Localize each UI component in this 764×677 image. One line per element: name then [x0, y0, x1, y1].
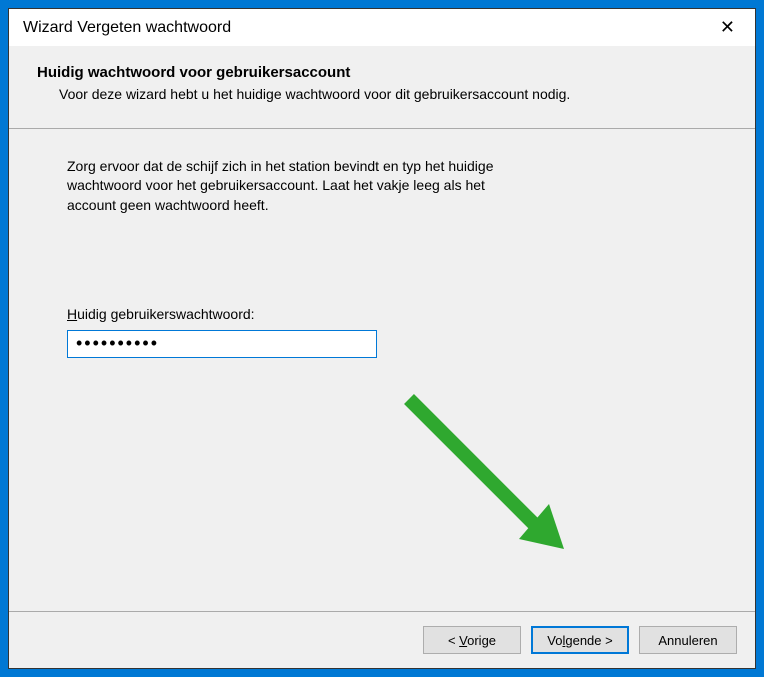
password-input[interactable] [67, 330, 377, 358]
wizard-window: Wizard Vergeten wachtwoord ✕ Huidig wach… [8, 8, 756, 669]
wizard-content: Zorg ervoor dat de schijf zich in het st… [9, 129, 755, 611]
titlebar: Wizard Vergeten wachtwoord ✕ [9, 9, 755, 46]
window-title: Wizard Vergeten wachtwoord [23, 19, 231, 37]
next-button[interactable]: Volgende > [531, 626, 629, 654]
wizard-header-description: Voor deze wizard hebt u het huidige wach… [37, 85, 727, 104]
wizard-header-title: Huidig wachtwoord voor gebruikersaccount [37, 64, 727, 81]
cancel-button[interactable]: Annuleren [639, 626, 737, 654]
back-button[interactable]: < Vorige [423, 626, 521, 654]
wizard-header: Huidig wachtwoord voor gebruikersaccount… [9, 46, 755, 128]
button-bar: < Vorige Volgende > Annuleren [9, 611, 755, 668]
close-icon[interactable]: ✕ [714, 17, 741, 38]
instruction-text: Zorg ervoor dat de schijf zich in het st… [67, 157, 527, 216]
password-label: Huidig gebruikerswachtwoord: [67, 306, 697, 322]
password-field-group: Huidig gebruikerswachtwoord: [67, 306, 697, 358]
annotation-arrow-icon [389, 389, 589, 569]
